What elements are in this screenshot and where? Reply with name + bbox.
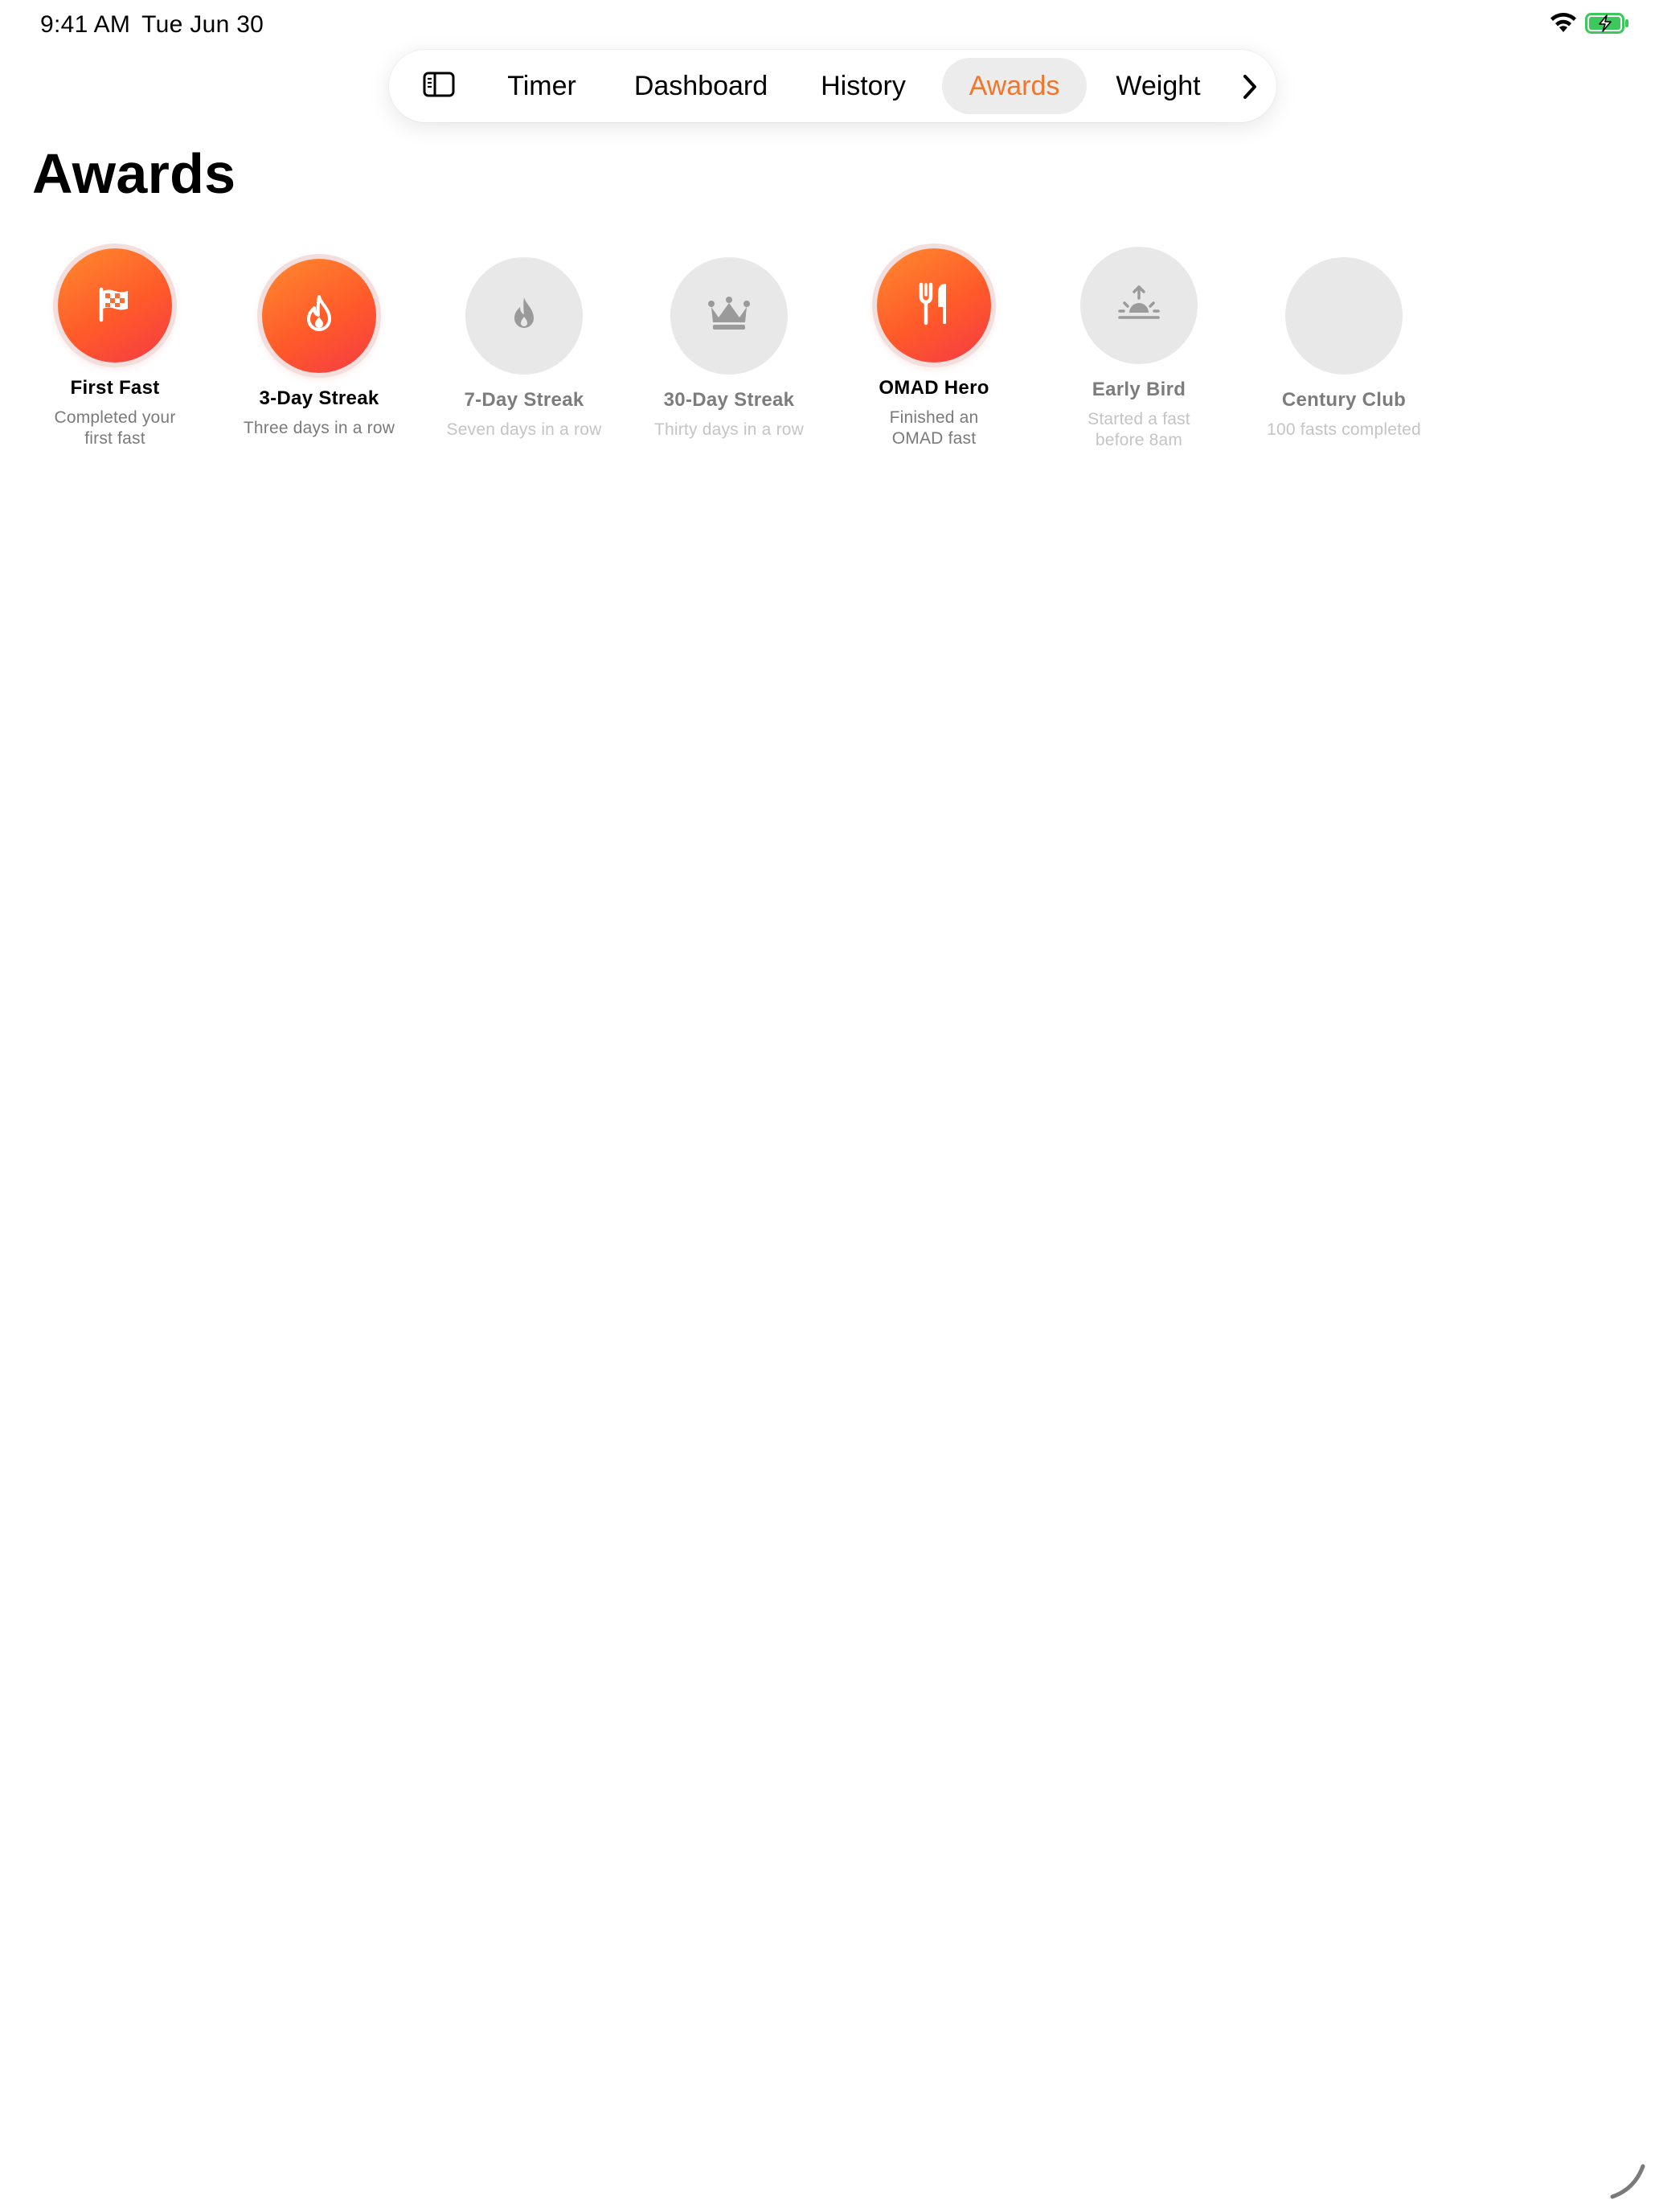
award-badge bbox=[262, 259, 376, 373]
status-bar-time: 9:41 AM Tue Jun 30 bbox=[40, 11, 264, 39]
award-description: Thirty days in a row bbox=[653, 420, 805, 439]
award-badge bbox=[1080, 247, 1198, 364]
wifi-icon bbox=[1550, 13, 1577, 38]
award-description: Seven days in a row bbox=[446, 420, 602, 439]
tab-timer[interactable]: Timer bbox=[495, 58, 588, 114]
status-time: 9:41 AM bbox=[40, 11, 131, 38]
sidebar-toggle-button[interactable] bbox=[423, 72, 455, 100]
award-30-day-streak[interactable]: 30-Day Streak Thirty days in a row bbox=[637, 257, 821, 440]
flame-icon bbox=[508, 296, 540, 337]
award-badge bbox=[58, 248, 172, 363]
award-title: First Fast bbox=[70, 377, 160, 399]
award-description: 100 fasts completed bbox=[1267, 420, 1421, 439]
sunrise-icon bbox=[1115, 284, 1163, 328]
crown-icon bbox=[705, 296, 753, 337]
award-early-bird[interactable]: Early Bird Started a fast before 8am bbox=[1047, 247, 1231, 451]
chevron-right-icon bbox=[1238, 75, 1262, 104]
award-title: 30-Day Streak bbox=[663, 389, 795, 411]
tab-bar: Timer Dashboard History Awards Weight bbox=[389, 50, 1276, 122]
award-title: 7-Day Streak bbox=[464, 389, 584, 411]
award-century-club[interactable]: Century Club 100 fasts completed bbox=[1251, 257, 1436, 440]
page-title: Awards bbox=[32, 142, 236, 205]
tab-dashboard[interactable]: Dashboard bbox=[630, 58, 772, 114]
battery-charging-icon bbox=[1585, 13, 1630, 38]
award-7-day-streak[interactable]: 7-Day Streak Seven days in a row bbox=[432, 257, 616, 440]
award-description: Finished an OMAD fast bbox=[889, 408, 979, 448]
award-title: OMAD Hero bbox=[879, 377, 989, 399]
award-badge bbox=[877, 248, 991, 363]
checkered-flag-icon bbox=[96, 285, 134, 327]
award-badge bbox=[465, 257, 583, 375]
award-title: 3-Day Streak bbox=[259, 387, 379, 409]
award-omad-hero[interactable]: OMAD Hero Finished an OMAD fast bbox=[842, 248, 1026, 449]
status-date: Tue Jun 30 bbox=[141, 11, 264, 38]
tab-weight[interactable]: Weight bbox=[1108, 58, 1209, 114]
flame-icon bbox=[301, 294, 338, 338]
tab-history[interactable]: History bbox=[813, 58, 913, 114]
status-icons bbox=[1550, 13, 1630, 38]
award-description: Completed your first fast bbox=[54, 408, 176, 448]
scroll-indicator bbox=[1608, 2161, 1648, 2206]
award-description: Started a fast before 8am bbox=[1088, 410, 1190, 449]
fork-knife-icon bbox=[916, 282, 952, 330]
tab-awards[interactable]: Awards bbox=[942, 58, 1087, 114]
award-description: Three days in a row bbox=[243, 419, 395, 437]
award-first-fast[interactable]: First Fast Completed your first fast bbox=[23, 248, 207, 449]
more-tabs-button[interactable] bbox=[1238, 72, 1262, 101]
award-title: Early Bird bbox=[1092, 379, 1186, 400]
award-3-day-streak[interactable]: 3-Day Streak Three days in a row bbox=[227, 259, 412, 439]
award-badge bbox=[1285, 257, 1403, 375]
award-badge bbox=[670, 257, 788, 375]
award-title: Century Club bbox=[1281, 389, 1407, 411]
sidebar-icon bbox=[423, 72, 455, 101]
